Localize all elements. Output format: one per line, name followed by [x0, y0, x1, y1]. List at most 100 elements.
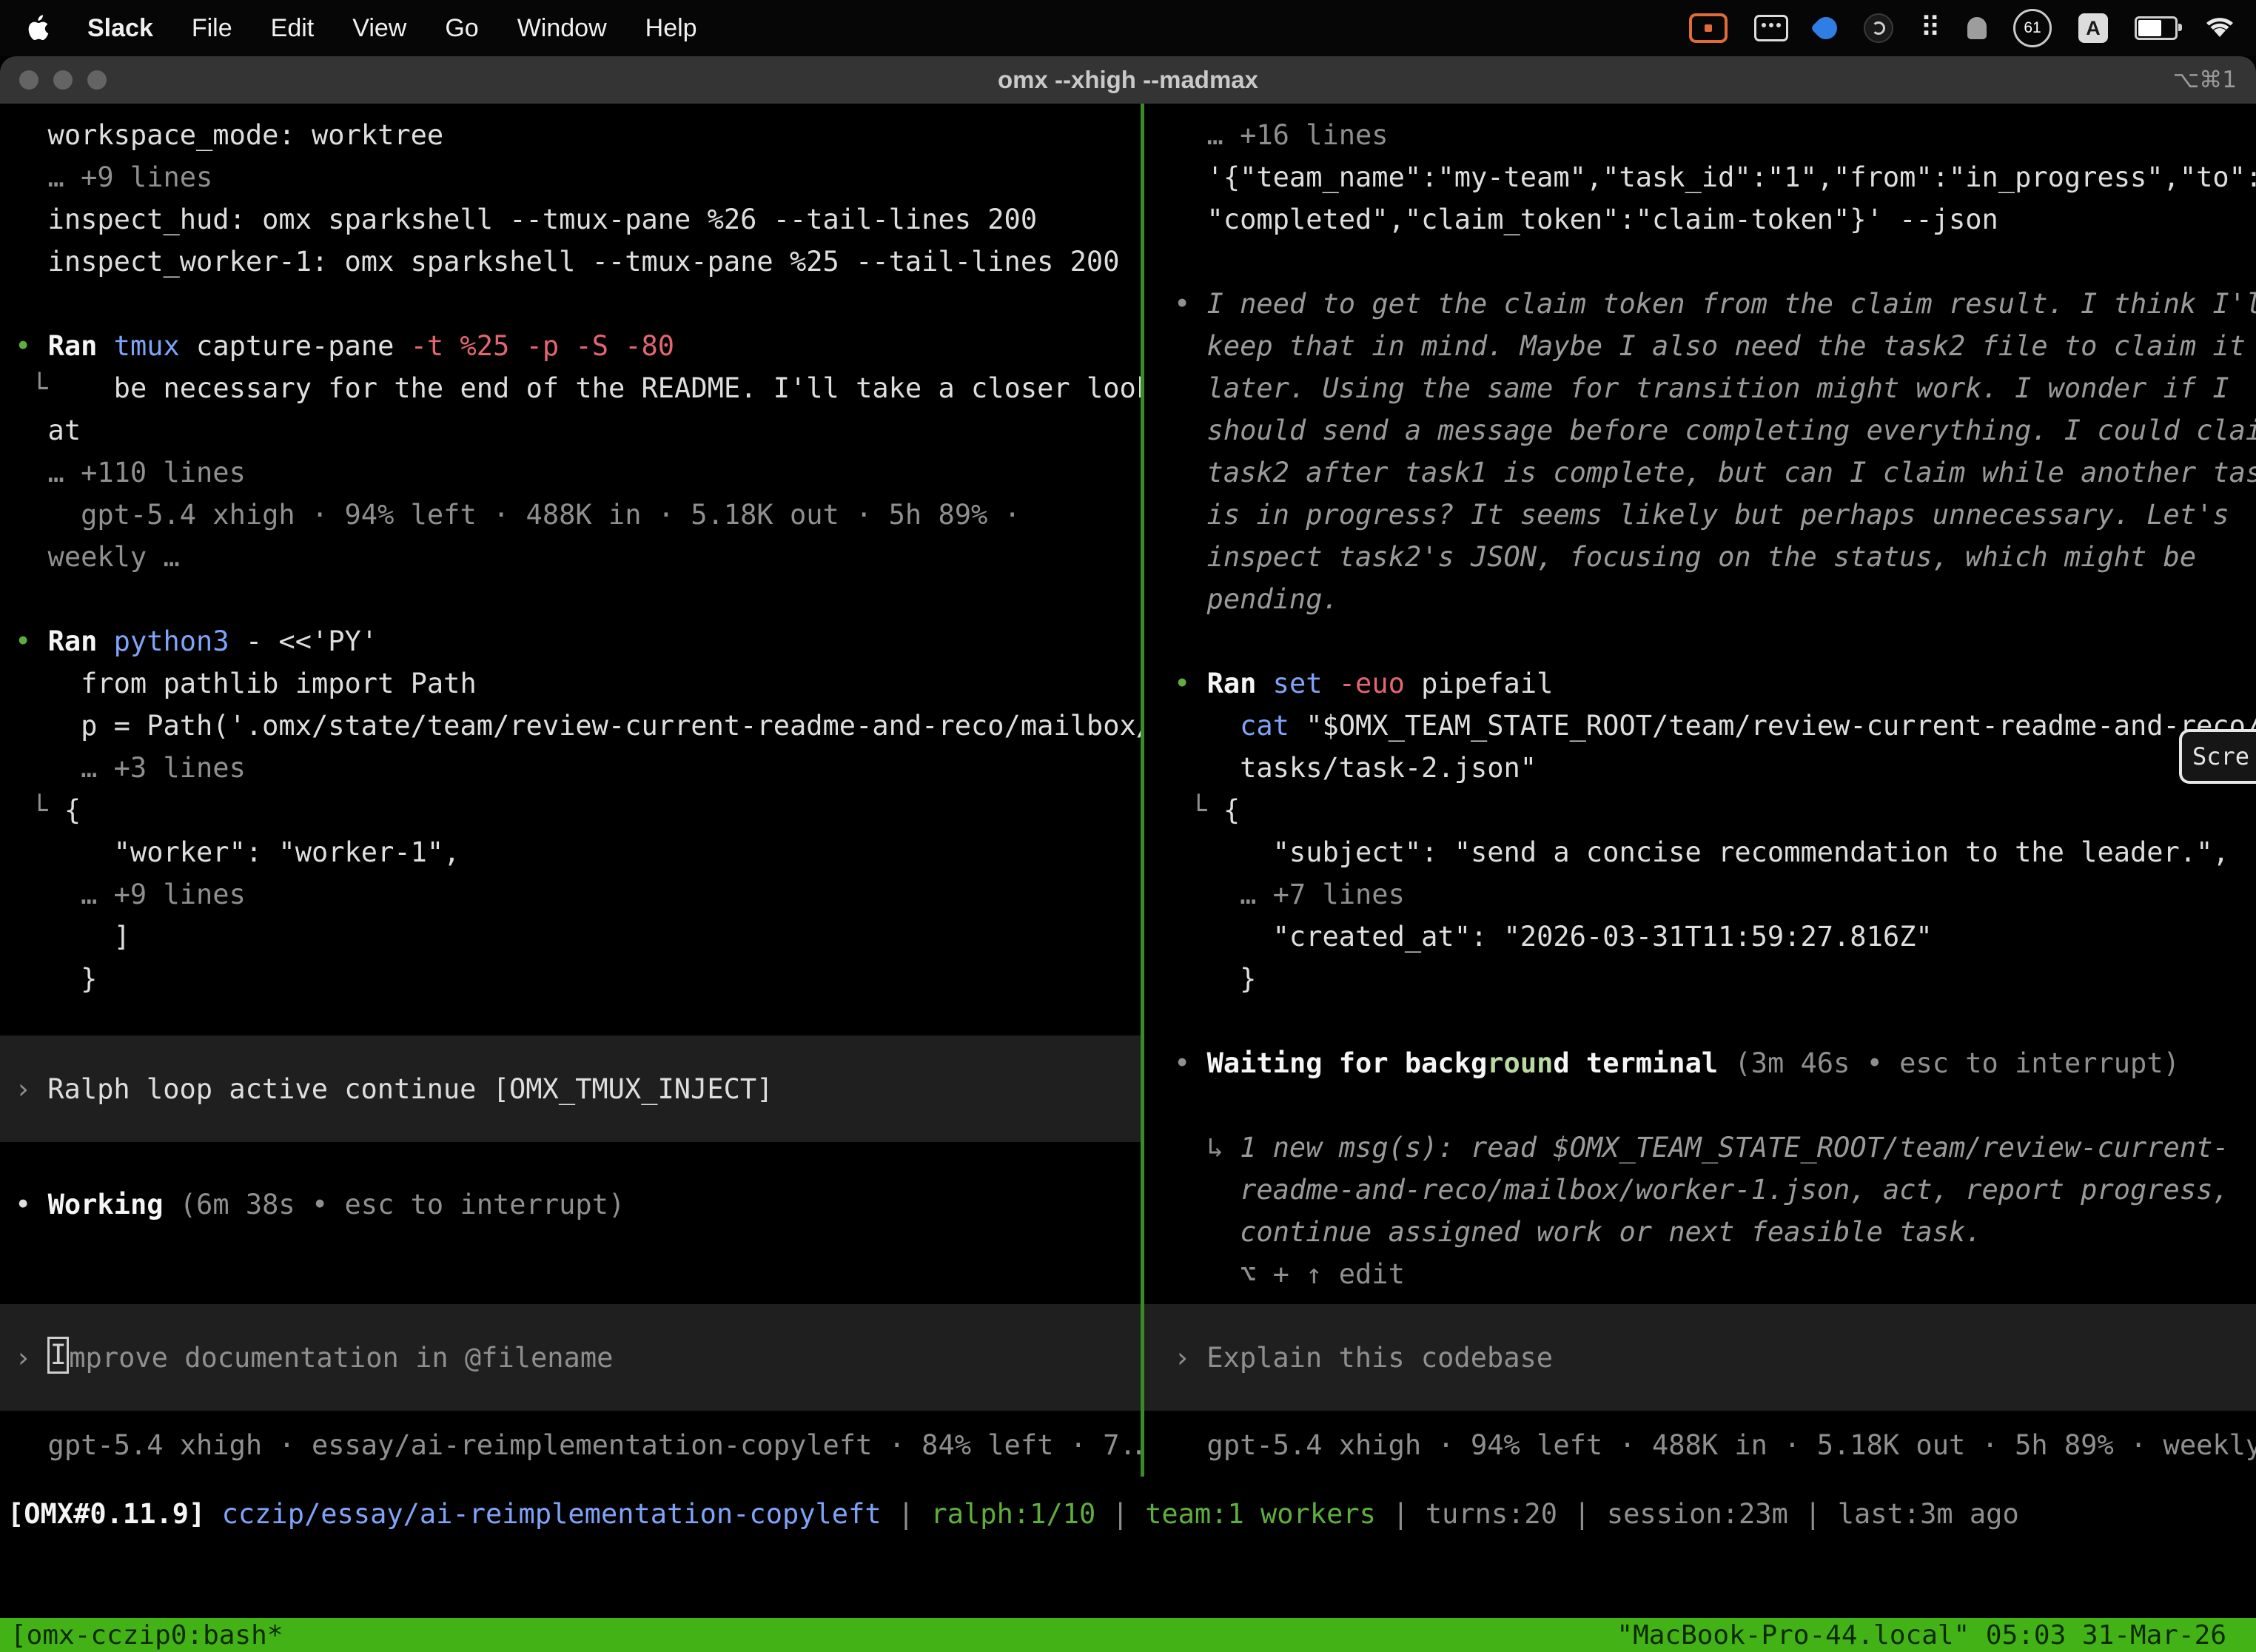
tmux-pane-left[interactable]: workspace_mode: worktree … +9 lines insp… — [0, 104, 1141, 1477]
text-segment: set — [1273, 668, 1323, 699]
menu-bar: Slack File Edit View Go Window Help ⠿ 61… — [0, 0, 2256, 56]
input-source-icon[interactable]: A — [2078, 10, 2108, 46]
terminal-window: omx --xhigh --madmax ⌥⌘1 workspace_mode:… — [0, 56, 2256, 1652]
right-bottom: › Explain this codebase gpt-5.4 xhigh · … — [1144, 1304, 2256, 1477]
text-segment: should send a message before completing … — [1174, 414, 2256, 446]
text-segment: gpt-5.4 xhigh · 94% left · 488K in · 5.1… — [15, 499, 1021, 531]
terminal-line: inspect_hud: omx sparkshell --tmux-pane … — [0, 198, 1141, 241]
terminal-line: at — [0, 409, 1141, 451]
terminal-line: └ be necessary for the end of the README… — [0, 367, 1141, 409]
close-button[interactable] — [19, 70, 38, 90]
text-segment: inspect task2's JSON, focusing on the st… — [1174, 541, 2196, 573]
text-segment: { — [1223, 794, 1240, 826]
zoom-button[interactable] — [87, 70, 107, 90]
terminal-line: … +110 lines — [0, 451, 1141, 494]
terminal-line: workspace_mode: worktree — [0, 114, 1141, 156]
text-segment: } — [15, 963, 97, 995]
terminal-content: workspace_mode: worktree … +9 lines insp… — [0, 104, 2256, 1477]
text-segment: | — [882, 1498, 931, 1530]
text-segment: "completed","claim_token":"claim-token"}… — [1174, 204, 1998, 235]
text-segment: } — [1174, 963, 1256, 995]
text-segment: "subject": "send a concise recommendatio… — [1174, 836, 2229, 868]
ghost-icon[interactable] — [1967, 10, 1987, 46]
text-segment: session:23m — [1607, 1498, 1788, 1530]
text-segment: Ran — [48, 625, 114, 657]
terminal-line: "completed","claim_token":"claim-token"}… — [1144, 198, 2256, 241]
text-segment: • — [15, 330, 48, 362]
text-segment: be necessary for the end of the README. … — [48, 372, 1141, 404]
wifi-icon[interactable] — [2204, 10, 2235, 46]
menu-item-view[interactable]: View — [352, 14, 406, 43]
text-segment: from pathlib import Path — [15, 668, 477, 699]
menu-item-window[interactable]: Window — [517, 14, 607, 43]
menu-bar-status-icons: ⠿ 61 A — [1689, 10, 2256, 46]
traffic-lights — [0, 70, 107, 90]
text-segment: is in progress? It seems likely but perh… — [1174, 499, 2229, 531]
terminal-line: keep that in mind. Maybe I also need the… — [1144, 325, 2256, 367]
text-segment: { — [64, 794, 81, 826]
text-segment: weekly … — [15, 541, 180, 573]
text-segment: (6m 38s • esc to interrupt) — [164, 1189, 625, 1220]
minimize-button[interactable] — [53, 70, 73, 90]
text-segment: workspace_mode: worktree — [15, 119, 443, 151]
terminal-line: • Waiting for background terminal (3m 46… — [1144, 1042, 2256, 1084]
terminal-line: is in progress? It seems likely but perh… — [1144, 494, 2256, 536]
droplet-icon[interactable] — [1815, 10, 1837, 46]
terminal-line — [1144, 1084, 2256, 1126]
text-segment: [OMX#0.11.9] — [7, 1498, 205, 1530]
terminal-line: continue assigned work or next feasible … — [1144, 1211, 2256, 1253]
terminal-line: ] — [0, 916, 1141, 958]
menu-item-edit[interactable]: Edit — [271, 14, 315, 43]
window-title-bar[interactable]: omx --xhigh --madmax ⌥⌘1 — [0, 56, 2256, 104]
model-status-left: gpt-5.4 xhigh · essay/ai-reimplementatio… — [0, 1424, 1141, 1466]
text-segment: p = Path('.omx/state/team/review-current… — [15, 710, 1141, 742]
inject-status-text: Ralph loop active continue [OMX_TMUX_INJ… — [47, 1073, 773, 1105]
terminal-line — [1144, 1000, 2256, 1042]
text-segment: (3m 46s • esc to interrupt) — [1734, 1047, 2179, 1079]
text-segment: • — [15, 625, 48, 657]
model-status-right: gpt-5.4 xhigh · 94% left · 488K in · 5.1… — [1144, 1424, 2256, 1466]
screen-share-notification[interactable]: Scre — [2179, 729, 2256, 784]
battery-icon[interactable] — [2135, 10, 2178, 46]
keyboard-grid-icon[interactable] — [1754, 10, 1788, 46]
tmux-status-bar: [omx-cczip0:bash* "MacBook-Pro-44.local"… — [0, 1618, 2256, 1652]
text-segment: | — [1095, 1498, 1145, 1530]
dark-app-icon[interactable] — [1864, 10, 1893, 46]
text-segment: task2 after task1 is complete, but can I… — [1174, 457, 2256, 488]
prompt-placeholder: mprove documentation in @filename — [69, 1342, 613, 1374]
text-segment: capture-pane — [180, 330, 411, 362]
text-segment: d terminal — [1553, 1047, 1734, 1079]
menu-item-file[interactable]: File — [192, 14, 232, 43]
text-segment: cat — [1240, 710, 1289, 742]
text-segment: inspect_hud: omx sparkshell --tmux-pane … — [15, 204, 1037, 235]
text-segment: "created_at": "2026-03-31T11:59:27.816Z" — [1174, 921, 1933, 953]
terminal-line: pending. — [1144, 578, 2256, 620]
terminal-line: inspect task2's JSON, focusing on the st… — [1144, 536, 2256, 578]
menu-item-slack[interactable]: Slack — [87, 14, 153, 43]
text-segment: … +3 lines — [15, 752, 246, 784]
battery-gauge-icon[interactable]: 61 — [2013, 10, 2052, 46]
text-segment: • — [1174, 288, 1207, 320]
screen-recording-icon[interactable] — [1689, 10, 1728, 46]
terminal-line: later. Using the same for transition mig… — [1144, 367, 2256, 409]
tmux-pane-right[interactable]: … +16 lines '{"team_name":"my-team","tas… — [1144, 104, 2256, 1477]
terminal-line: … +9 lines — [0, 873, 1141, 916]
text-segment: tasks/task-2.json" — [1174, 752, 1537, 784]
terminal-line: └ { — [0, 789, 1141, 831]
prompt-input[interactable]: › I mprove documentation in @filename — [0, 1304, 1141, 1411]
menu-item-go[interactable]: Go — [445, 14, 478, 43]
chevron-icon: › — [15, 1073, 31, 1105]
apple-menu-icon[interactable] — [25, 13, 55, 43]
terminal-line: } — [1144, 958, 2256, 1000]
text-segment: 1 new msg(s): read $OMX_TEAM_STATE_ROOT/… — [1240, 1132, 2229, 1164]
dots-grid-icon[interactable]: ⠿ — [1920, 10, 1941, 46]
terminal-line: weekly … — [0, 536, 1141, 578]
menu-item-help[interactable]: Help — [645, 14, 697, 43]
terminal-line — [1144, 620, 2256, 662]
left-bottom: › I mprove documentation in @filename gp… — [0, 1304, 1141, 1477]
terminal-line: └ { — [1144, 789, 2256, 831]
text-segment: … +16 lines — [1174, 119, 1389, 151]
text-segment: python3 — [114, 625, 229, 657]
suggestion-input[interactable]: › Explain this codebase — [1144, 1304, 2256, 1411]
terminal-line — [1144, 241, 2256, 283]
